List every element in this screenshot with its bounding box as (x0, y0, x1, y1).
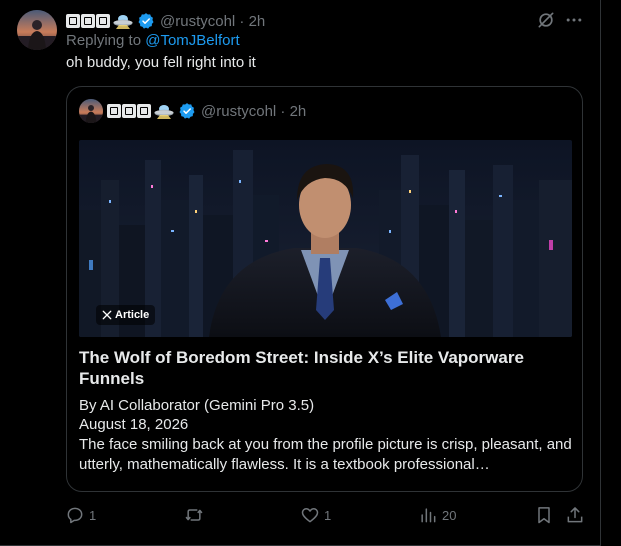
reply-button[interactable]: 1 (65, 504, 96, 526)
quoted-handle: @rustycohl · 2h (201, 103, 306, 120)
retweet-button[interactable] (184, 504, 208, 526)
quoted-author-avatar[interactable] (79, 99, 103, 123)
square-glyph-icon (66, 14, 80, 28)
bookmark-button[interactable] (534, 504, 554, 526)
retweet-icon (184, 505, 204, 525)
article-title[interactable]: The Wolf of Boredom Street: Inside X’s E… (79, 347, 569, 389)
author-handle-text: @rustycohl (160, 12, 236, 30)
more-options-icon[interactable] (564, 10, 584, 30)
square-glyph-icon (81, 14, 95, 28)
article-badge: Article (96, 305, 156, 325)
square-glyph-icon (137, 104, 151, 118)
like-count: 1 (324, 507, 332, 523)
reply-count: 1 (89, 507, 97, 523)
ufo-emoji-icon (154, 103, 174, 119)
tweet-top-actions (536, 10, 584, 30)
ufo-emoji-icon (113, 13, 133, 29)
tweet-timestamp[interactable]: 2h (249, 13, 266, 30)
reply-icon (65, 505, 85, 525)
article-excerpt: The face smiling back at you from the pr… (79, 436, 572, 473)
article-badge-label: Article (115, 309, 150, 321)
tweet-action-bar: 1 1 20 (60, 504, 590, 526)
author-avatar[interactable] (17, 10, 57, 50)
square-glyph-icon (122, 104, 136, 118)
quoted-timestamp: 2h (289, 102, 307, 120)
share-button[interactable] (565, 504, 585, 526)
article-cover-image[interactable]: Article (79, 140, 572, 337)
grok-icon[interactable] (536, 10, 556, 30)
views-button[interactable]: 20 (418, 504, 456, 526)
bookmark-icon (534, 505, 554, 525)
article-byline: By AI Collaborator (Gemini Pro 3.5) (79, 397, 315, 414)
display-name[interactable] (66, 13, 133, 29)
tweet-text: oh buddy, you fell right into it (66, 54, 256, 71)
header-separator: · (239, 12, 245, 30)
square-glyph-icon (107, 104, 121, 118)
quoted-separator: · (280, 102, 286, 120)
quoted-header: @rustycohl · 2h (79, 99, 306, 123)
verified-badge-icon[interactable] (137, 12, 155, 30)
quoted-tweet-card[interactable]: @rustycohl · 2h Article The Wolf of Bore… (66, 86, 583, 492)
timeline-right-border (600, 0, 601, 546)
replying-to: Replying to @TomJBelfort (66, 32, 240, 49)
x-logo-icon (102, 310, 112, 320)
quoted-handle-text: @rustycohl (201, 102, 277, 120)
quoted-display-name[interactable] (107, 103, 174, 119)
article-date: August 18, 2026 (79, 416, 189, 433)
author-handle[interactable]: @rustycohl · 2h (160, 13, 265, 30)
square-glyph-icon (96, 14, 110, 28)
tweet-header: @rustycohl · 2h (66, 11, 265, 31)
share-icon (565, 505, 585, 525)
like-button[interactable]: 1 (300, 504, 331, 526)
replying-prefix: Replying to (66, 32, 142, 49)
views-chart-icon (418, 505, 438, 525)
view-count: 20 (442, 507, 457, 523)
heart-icon (300, 505, 320, 525)
verified-badge-icon (178, 102, 196, 120)
replying-to-mention[interactable]: @TomJBelfort (145, 32, 239, 49)
